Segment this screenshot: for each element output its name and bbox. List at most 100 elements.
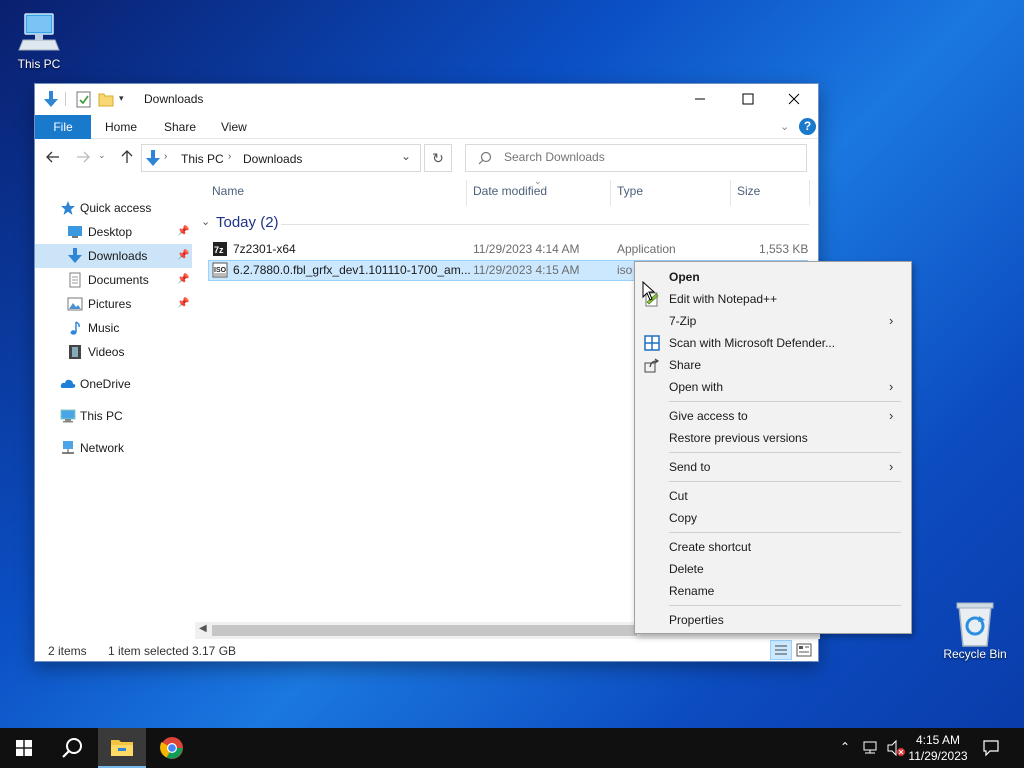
menu-item-give-access-to[interactable]: Give access to › — [635, 405, 911, 427]
customize-toolbar-dropdown-icon[interactable]: ▾ — [119, 93, 124, 104]
sidebar-item-this-pc[interactable]: This PC — [35, 404, 192, 428]
close-button[interactable] — [771, 84, 817, 114]
sidebar-item-pictures[interactable]: Pictures 📌 — [35, 292, 192, 316]
menu-item-restore-previous-versions[interactable]: Restore previous versions — [635, 427, 911, 449]
scroll-left-arrow-icon[interactable]: ◀ — [199, 623, 207, 634]
desktop-icon-recycle-bin[interactable]: Recycle Bin — [937, 600, 1013, 661]
properties-check-icon[interactable] — [76, 90, 92, 111]
notification-center-icon[interactable] — [982, 739, 1000, 760]
menu-item-rename[interactable]: Rename — [635, 580, 911, 602]
sidebar-item-quick-access[interactable]: Quick access — [35, 196, 192, 220]
address-bar[interactable]: › This PC › Downloads ⌄ — [141, 144, 421, 172]
help-icon[interactable]: ? — [799, 118, 816, 135]
column-separator[interactable] — [809, 180, 810, 206]
menu-item-open-with[interactable]: Open with › — [635, 376, 911, 398]
tab-view[interactable]: View — [209, 115, 259, 139]
scrollbar-thumb[interactable] — [212, 625, 637, 636]
music-folder-icon — [67, 320, 83, 336]
menu-item-send-to[interactable]: Send to › — [635, 456, 911, 478]
sidebar-item-onedrive[interactable]: OneDrive — [35, 372, 192, 396]
group-header-today[interactable]: Today (2) — [216, 214, 279, 231]
title-separator — [65, 92, 66, 106]
menu-separator — [669, 481, 901, 482]
menu-separator — [669, 532, 901, 533]
menu-item-create-shortcut[interactable]: Create shortcut — [635, 536, 911, 558]
menu-item-copy[interactable]: Copy — [635, 507, 911, 529]
search-button[interactable] — [48, 728, 96, 768]
desktop-icon-this-pc[interactable]: This PC — [1, 10, 77, 71]
forward-arrow-icon[interactable] — [75, 149, 91, 168]
sidebar-item-label: Downloads — [88, 249, 148, 263]
show-hidden-icons-chevron-icon[interactable]: ⌃ — [840, 740, 850, 754]
column-separator[interactable] — [730, 180, 731, 206]
column-separator[interactable] — [610, 180, 611, 206]
up-arrow-icon[interactable] — [119, 149, 135, 168]
search-box[interactable] — [465, 144, 807, 172]
sidebar-item-videos[interactable]: Videos — [35, 340, 192, 364]
menu-item-open[interactable]: Open — [635, 266, 911, 288]
start-button[interactable] — [0, 728, 48, 768]
file-name: 6.2.7880.0.fbl_grfx_dev1.101110-1700_am.… — [233, 263, 471, 277]
pin-icon: 📌 — [177, 250, 190, 261]
maximize-button[interactable] — [725, 84, 771, 114]
svg-text:ISO: ISO — [214, 267, 227, 274]
column-header-size[interactable]: Size — [737, 184, 760, 208]
search-input[interactable] — [504, 150, 794, 164]
menu-item-scan-defender[interactable]: Scan with Microsoft Defender... — [635, 332, 911, 354]
address-dropdown-chevron-icon[interactable]: ⌄ — [401, 149, 411, 163]
sidebar-item-desktop[interactable]: Desktop 📌 — [35, 220, 192, 244]
menu-item-share[interactable]: Share — [635, 354, 911, 376]
menu-item-edit-with-notepadpp[interactable]: Edit with Notepad++ — [635, 288, 911, 310]
expand-ribbon-icon[interactable]: ⌄ — [780, 120, 789, 133]
tab-home[interactable]: Home — [93, 115, 149, 139]
minimize-icon — [695, 98, 705, 100]
pictures-folder-icon — [67, 296, 83, 312]
submenu-arrow-icon: › — [889, 379, 894, 394]
details-view-icon[interactable] — [770, 640, 792, 660]
menu-item-delete[interactable]: Delete — [635, 558, 911, 580]
breadcrumb-this-pc[interactable]: This PC — [181, 152, 224, 166]
menu-item-label: 7-Zip — [669, 314, 697, 328]
menu-item-label: Scan with Microsoft Defender... — [669, 336, 836, 350]
menu-separator — [669, 401, 901, 402]
volume-muted-icon[interactable] — [886, 739, 906, 760]
menu-item-cut[interactable]: Cut — [635, 485, 911, 507]
tab-share[interactable]: Share — [152, 115, 208, 139]
column-separator[interactable] — [466, 180, 467, 206]
navigation-pane: Quick access Desktop 📌 Downloads 📌 Docum… — [35, 180, 192, 630]
column-header-name[interactable]: Name — [212, 184, 244, 208]
menu-item-label: Delete — [669, 562, 704, 576]
tab-file[interactable]: File — [35, 115, 91, 139]
refresh-button[interactable]: ↻ — [424, 144, 452, 172]
file-row-7z2301[interactable]: 7z 7z2301-x64 11/29/2023 4:14 AM Applica… — [208, 239, 808, 260]
large-icons-view-icon[interactable] — [795, 641, 813, 662]
new-folder-icon[interactable] — [98, 90, 114, 111]
breadcrumb-downloads[interactable]: Downloads — [243, 152, 302, 166]
menu-item-properties[interactable]: Properties — [635, 609, 911, 631]
7zip-installer-icon: 7z — [212, 241, 228, 260]
column-header-date-modified[interactable]: Date modified — [473, 184, 547, 208]
sidebar-item-downloads[interactable]: Downloads 📌 — [35, 244, 192, 268]
column-header-type[interactable]: Type — [617, 184, 643, 208]
downloads-location-icon — [145, 149, 161, 170]
sidebar-item-music[interactable]: Music — [35, 316, 192, 340]
network-icon — [60, 440, 76, 456]
menu-item-7zip[interactable]: 7-Zip › — [635, 310, 911, 332]
menu-item-label: Share — [669, 358, 702, 372]
group-collapse-chevron-icon[interactable]: ⌄ — [201, 215, 210, 228]
downloads-folder-icon — [67, 248, 83, 264]
status-bar: 2 items 1 item selected 3.17 GB — [35, 640, 818, 662]
minimize-button[interactable] — [677, 84, 723, 114]
network-tray-icon[interactable] — [862, 740, 880, 759]
system-clock[interactable]: 4:15 AM 11/29/2023 — [905, 732, 971, 764]
group-divider — [281, 224, 809, 225]
sidebar-item-network[interactable]: Network — [35, 436, 192, 460]
quick-access-download-icon — [43, 90, 59, 111]
recent-locations-chevron-icon[interactable]: ⌄ — [98, 150, 106, 161]
refresh-icon: ↻ — [432, 149, 444, 166]
sidebar-item-documents[interactable]: Documents 📌 — [35, 268, 192, 292]
file-explorer-icon — [111, 740, 133, 756]
back-arrow-icon[interactable] — [45, 149, 61, 168]
taskbar-chrome-button[interactable] — [148, 728, 196, 768]
taskbar-file-explorer-button[interactable] — [98, 728, 146, 768]
